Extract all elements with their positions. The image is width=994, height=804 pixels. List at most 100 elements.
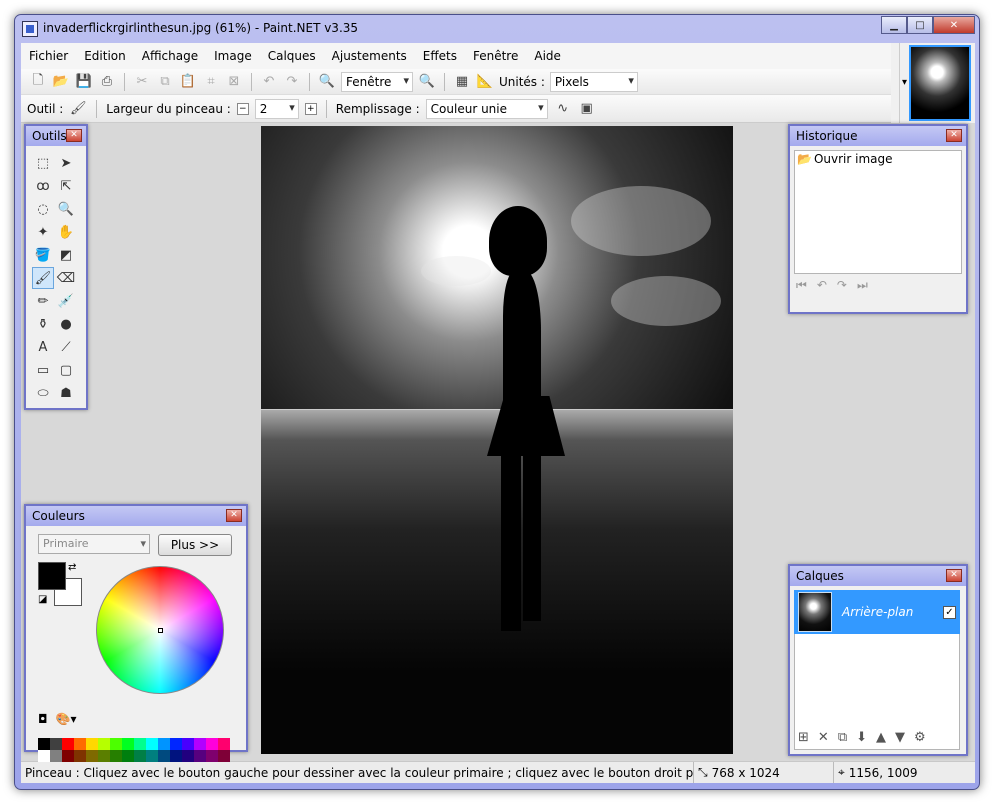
eraser-tool-icon[interactable]: ⌫ (55, 267, 77, 289)
menu-fenetre[interactable]: Fenêtre (465, 43, 526, 69)
menu-fichier[interactable]: Fichier (21, 43, 76, 69)
title-bar[interactable]: invaderflickrgirlinthesun.jpg (61%) - Pa… (15, 15, 979, 43)
paste-icon[interactable]: 📋 (179, 73, 197, 91)
layer-visibility-checkbox[interactable]: ✓ (943, 605, 956, 619)
units-dropdown[interactable]: Pixels (549, 71, 638, 92)
zoom-tool-icon[interactable]: 🔍 (55, 198, 77, 220)
palette-swatch[interactable] (182, 750, 194, 762)
more-colors-button[interactable]: Plus >> (158, 534, 232, 556)
clone-stamp-tool-icon[interactable]: ⚱ (32, 313, 54, 335)
palette-swatch[interactable] (146, 750, 158, 762)
blend-mode-icon[interactable]: ▣ (578, 100, 596, 118)
palette-swatch[interactable] (194, 738, 206, 750)
palette-swatch[interactable] (122, 750, 134, 762)
palette-swatch[interactable] (86, 750, 98, 762)
merge-layer-icon[interactable]: ⬇ (856, 730, 867, 745)
magic-wand-tool-icon[interactable]: ✦ (32, 221, 54, 243)
paintnet-app-icon[interactable] (22, 21, 38, 37)
undo-icon[interactable]: ↶ (260, 73, 278, 91)
palette-swatch[interactable] (170, 738, 182, 750)
ruler-icon[interactable]: 📐 (476, 73, 494, 91)
palette-swatch[interactable] (158, 750, 170, 762)
menu-aide[interactable]: Aide (526, 43, 569, 69)
paintbrush-icon[interactable]: 🖌 (69, 100, 87, 118)
save-icon[interactable]: 💾 (75, 73, 93, 91)
rounded-rectangle-tool-icon[interactable]: ▢ (55, 359, 77, 381)
close-button[interactable]: ✕ (933, 16, 975, 34)
colors-panel-title[interactable]: Couleurs ✕ (26, 506, 246, 526)
ellipse-select-tool-icon[interactable]: ◌ (32, 198, 54, 220)
palette-swatch[interactable] (170, 750, 182, 762)
history-panel-title[interactable]: Historique ✕ (790, 126, 966, 146)
palette-swatch[interactable] (110, 738, 122, 750)
history-item[interactable]: 📂 Ouvrir image (795, 151, 961, 167)
rectangle-tool-icon[interactable]: ▭ (32, 359, 54, 381)
layers-panel-close-button[interactable]: ✕ (946, 569, 962, 582)
new-file-icon[interactable]: 🗋 (29, 73, 47, 91)
palette-swatch[interactable] (38, 738, 50, 750)
gradient-tool-icon[interactable]: ◩ (55, 244, 77, 266)
brush-width-dropdown[interactable]: 2 (254, 98, 299, 119)
palette-swatch[interactable] (38, 750, 50, 762)
increase-width-button[interactable]: + (304, 102, 317, 115)
decrease-width-button[interactable]: − (236, 102, 249, 115)
color-mode-dropdown[interactable]: Primaire (38, 534, 150, 554)
paint-bucket-tool-icon[interactable]: 🪣 (32, 244, 54, 266)
pan-tool-icon[interactable]: ✋ (55, 221, 77, 243)
image-thumbnail[interactable] (909, 45, 971, 121)
freeform-shape-tool-icon[interactable]: ☗ (55, 382, 77, 404)
color-picker-tool-icon[interactable]: 💉 (55, 290, 77, 312)
zoom-in-icon[interactable]: 🔍 (418, 73, 436, 91)
palette-swatch[interactable] (122, 738, 134, 750)
recolor-tool-icon[interactable]: ● (55, 313, 77, 335)
palette-menu-icon[interactable]: 🎨▾ (56, 712, 77, 726)
menu-image[interactable]: Image (206, 43, 260, 69)
menu-affichage[interactable]: Affichage (134, 43, 206, 69)
deselect-icon[interactable]: ⊠ (225, 73, 243, 91)
delete-layer-icon[interactable]: ✕ (818, 730, 829, 745)
palette-swatch[interactable] (206, 738, 218, 750)
palette-swatch[interactable] (182, 738, 194, 750)
add-layer-icon[interactable]: ⊞ (798, 730, 809, 745)
history-last-icon[interactable]: ⏭ (857, 278, 868, 293)
palette-swatch[interactable] (62, 750, 74, 762)
fill-dropdown[interactable]: Couleur unie (425, 98, 548, 119)
palette-swatch[interactable] (146, 738, 158, 750)
primary-color-swatch[interactable] (38, 562, 66, 590)
lasso-select-tool-icon[interactable]: ꝏ (32, 175, 54, 197)
palette-swatch[interactable] (74, 738, 86, 750)
text-tool-icon[interactable]: A (32, 336, 54, 358)
paintbrush-tool-icon[interactable]: 🖌 (32, 267, 54, 289)
pencil-tool-icon[interactable]: ✏ (32, 290, 54, 312)
antialiasing-icon[interactable]: ∿ (554, 100, 572, 118)
colors-panel-close-button[interactable]: ✕ (226, 509, 242, 522)
color-add-icon[interactable]: ◘ (38, 712, 48, 726)
tools-panel-close-button[interactable]: ✕ (66, 129, 82, 142)
palette-swatch[interactable] (98, 738, 110, 750)
menu-ajustements[interactable]: Ajustements (324, 43, 415, 69)
palette-swatch[interactable] (74, 750, 86, 762)
move-layer-up-icon[interactable]: ▲ (876, 730, 886, 745)
palette-swatch[interactable] (50, 738, 62, 750)
palette-swatch[interactable] (134, 738, 146, 750)
history-redo-icon[interactable]: ↷ (837, 278, 847, 293)
crop-icon[interactable]: ⌗ (202, 73, 220, 91)
palette-swatch[interactable] (158, 738, 170, 750)
palette-swatch[interactable] (98, 750, 110, 762)
rectangle-select-tool-icon[interactable]: ⬚ (32, 152, 54, 174)
swap-colors-icon[interactable]: ⇄ (68, 562, 76, 573)
menu-edition[interactable]: Edition (76, 43, 134, 69)
palette-swatch[interactable] (218, 750, 230, 762)
tools-panel-title[interactable]: Outils ✕ (26, 126, 86, 146)
grid-icon[interactable]: ▦ (453, 73, 471, 91)
maximize-button[interactable]: □ (907, 16, 933, 34)
move-selection-tool-icon[interactable]: ➤ (55, 152, 77, 174)
line-curve-tool-icon[interactable]: ⟋ (55, 336, 77, 358)
palette-swatch[interactable] (218, 738, 230, 750)
image-canvas[interactable] (261, 126, 733, 754)
palette-swatch[interactable] (62, 738, 74, 750)
zoom-dropdown[interactable]: Fenêtre (341, 71, 413, 92)
menu-effets[interactable]: Effets (415, 43, 465, 69)
move-selected-tool-icon[interactable]: ⇱ (55, 175, 77, 197)
duplicate-layer-icon[interactable]: ⧉ (838, 730, 847, 745)
